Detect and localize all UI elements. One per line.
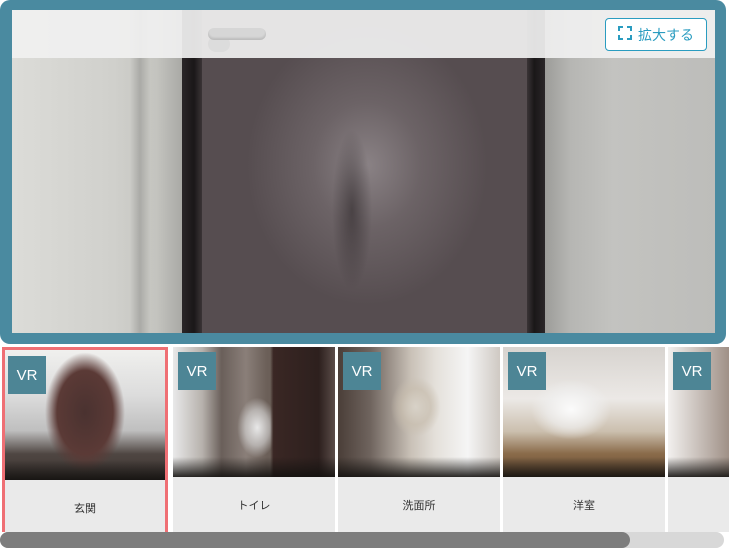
thumbnail-washroom[interactable]: VR 洗面所 — [338, 347, 500, 532]
horizontal-scrollbar[interactable] — [0, 532, 724, 548]
panorama-door-frame-left — [182, 10, 202, 333]
expand-button[interactable]: 拡大する — [605, 18, 707, 51]
scrollbar-thumb[interactable] — [0, 532, 630, 548]
vr-badge: VR — [8, 356, 46, 394]
thumbnail-label — [668, 477, 729, 532]
thumbnail-western-room[interactable]: VR 洋室 — [503, 347, 665, 532]
vr-badge: VR — [508, 352, 546, 390]
vr-badge: VR — [178, 352, 216, 390]
thumbnail-partial[interactable]: VR — [668, 347, 729, 532]
thumbnail-toilet[interactable]: VR トイレ — [173, 347, 335, 532]
thumbnail-label: トイレ — [237, 499, 271, 512]
thumbnail-label: 玄関 — [74, 502, 96, 515]
expand-button-label: 拡大する — [638, 26, 694, 43]
panorama-viewport[interactable]: 拡大する — [12, 10, 715, 333]
thumbnail-label: 洗面所 — [402, 499, 436, 512]
expand-corners-icon — [618, 26, 632, 43]
door-handle — [208, 28, 266, 40]
panorama-door-frame-right — [527, 10, 545, 333]
panorama-door-shadow — [332, 130, 372, 290]
vr-badge: VR — [673, 352, 711, 390]
panorama-wall-shadow — [130, 10, 150, 333]
thumbnail-label: 洋室 — [573, 499, 595, 512]
panorama-wall-left — [12, 10, 197, 333]
vr-badge: VR — [343, 352, 381, 390]
thumbnail-genkan[interactable]: VR 玄関 — [2, 347, 168, 532]
panorama-wall-right — [545, 10, 715, 333]
thumbnail-strip[interactable]: VR 玄関 VR トイレ VR 洗面所 VR 洋室 VR — [0, 347, 729, 534]
vr-viewer-frame: 拡大する — [0, 0, 726, 344]
